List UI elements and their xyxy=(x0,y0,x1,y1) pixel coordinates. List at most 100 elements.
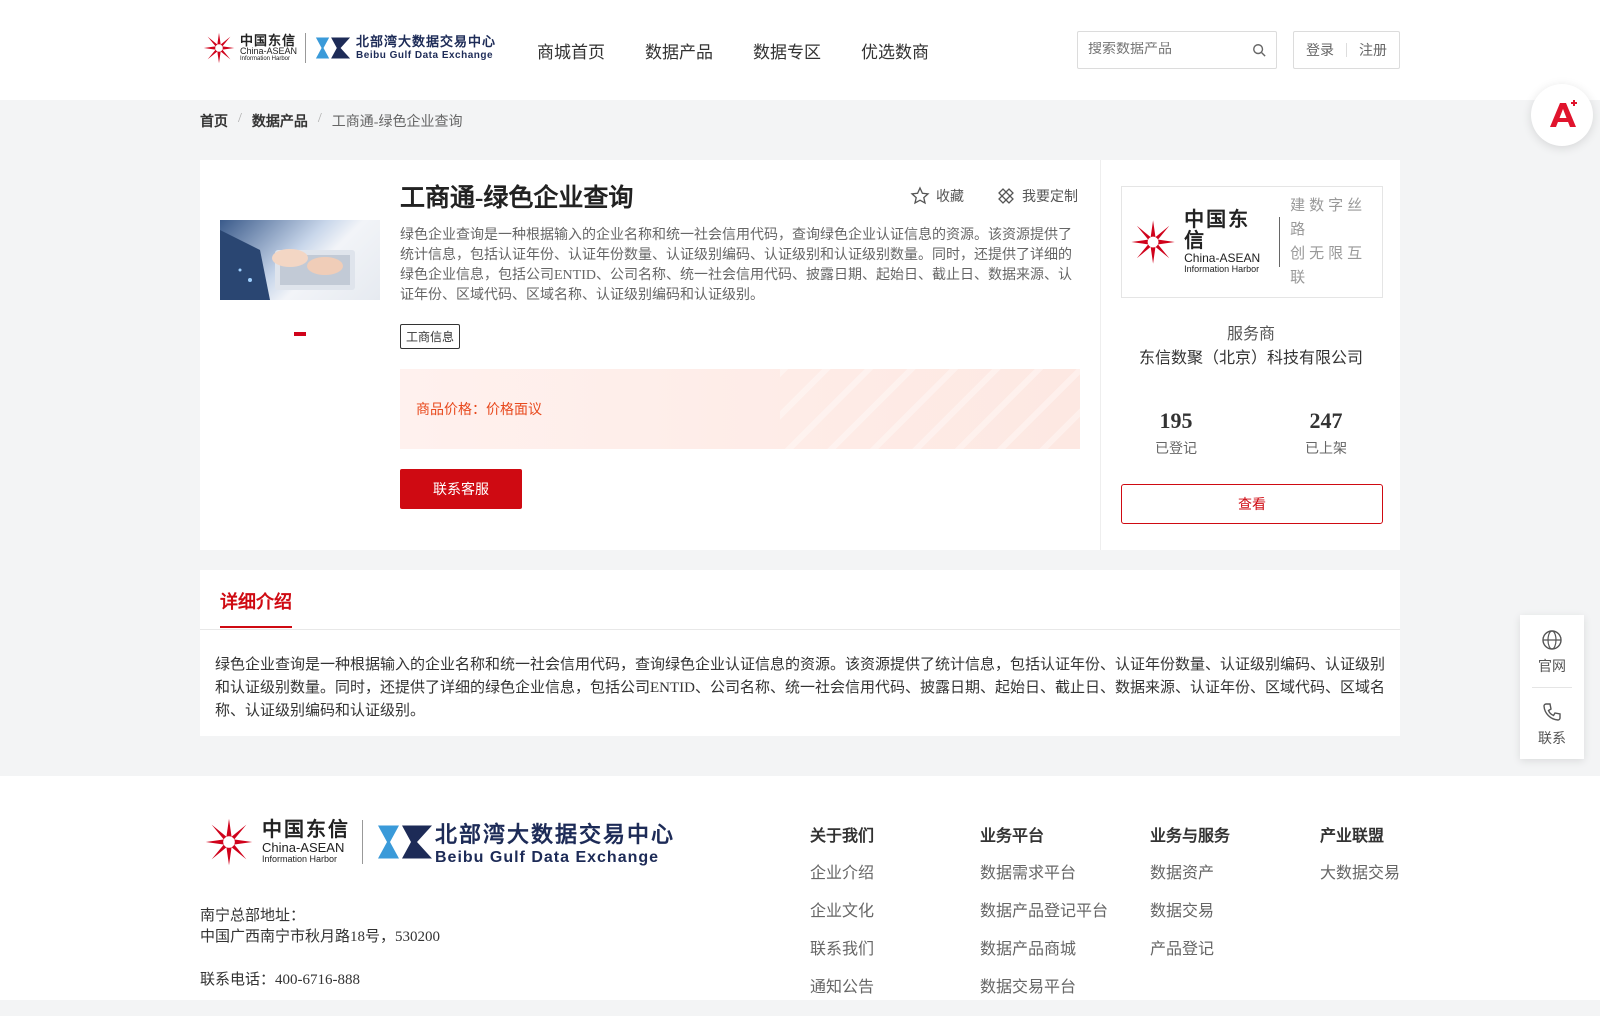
address-value: 中国广西南宁市秋月路18号，530200 xyxy=(200,929,441,945)
search-input[interactable] xyxy=(1088,42,1238,58)
footer-link[interactable]: 企业文化 xyxy=(810,902,874,922)
floating-sidebar: 官网 联系 xyxy=(1520,615,1584,759)
provider-logo-en-sub: Information Harbor xyxy=(1184,263,1260,274)
carousel-indicator[interactable] xyxy=(294,332,306,336)
listed-count: 247 xyxy=(1309,408,1343,433)
footer-col-services: 业务与服务 数据资产 数据交易 产品登记 xyxy=(1150,822,1230,978)
footer-col-title: 业务平台 xyxy=(980,828,1045,845)
sidebar-website-label: 官网 xyxy=(1538,660,1566,675)
view-provider-button[interactable]: 查看 xyxy=(1121,484,1383,524)
nav-home[interactable]: 商城首页 xyxy=(537,38,605,63)
footer-link[interactable]: 大数据交易 xyxy=(1320,864,1400,884)
china-asean-logo-icon xyxy=(203,32,235,64)
address-label: 南宁总部地址： xyxy=(200,908,306,924)
footer-link[interactable]: 数据交易平台 xyxy=(980,978,1108,998)
logo-en-text: China-ASEAN xyxy=(240,46,298,56)
favorite-button[interactable]: 收藏 xyxy=(910,186,964,206)
footer-bb-text: 北部湾大数据交易中心 Beibu Gulf Data Exchange xyxy=(435,817,675,867)
breadcrumb-home[interactable]: 首页 xyxy=(200,111,228,131)
bb-cn-text: 北部湾大数据交易中心 xyxy=(356,34,497,50)
footer-link[interactable]: 通知公告 xyxy=(810,978,874,998)
footer-bb-cn: 北部湾大数据交易中心 xyxy=(435,822,676,847)
customize-button[interactable]: 我要定制 xyxy=(996,186,1078,206)
nav-preferred-vendors[interactable]: 优选数商 xyxy=(861,38,929,63)
product-title: 工商通-绿色企业查询 xyxy=(400,185,634,212)
china-asean-logo-text: 中国东信 China-ASEAN Information Harbor xyxy=(240,34,297,62)
footer-col-title: 关于我们 xyxy=(810,828,875,845)
bb-en-text: Beibu Gulf Data Exchange xyxy=(356,49,494,61)
footer-link[interactable]: 数据交易 xyxy=(1150,902,1230,922)
site-logo[interactable]: 中国东信 China-ASEAN Information Harbor 北部湾大… xyxy=(200,28,496,68)
registered-label: 已登记 xyxy=(1155,442,1197,457)
price-value: 价格面议 xyxy=(486,403,542,418)
star-icon xyxy=(910,186,930,205)
tab-detail[interactable]: 详细介绍 xyxy=(220,588,292,628)
footer-link[interactable]: 数据产品登记平台 xyxy=(980,902,1108,922)
customize-icon xyxy=(998,188,1014,204)
register-link[interactable]: 注册 xyxy=(1359,40,1387,60)
footer-col-about: 关于我们 企业介绍 企业文化 联系我们 通知公告 xyxy=(810,822,874,1016)
footer-link[interactable]: 联系我们 xyxy=(810,940,874,960)
auth-divider xyxy=(1346,43,1347,57)
contact-service-button[interactable]: 联系客服 xyxy=(400,469,522,509)
product-image[interactable] xyxy=(220,220,380,300)
footer-link[interactable]: 数据产品商城 xyxy=(980,940,1108,960)
china-asean-logo-icon xyxy=(1131,220,1175,264)
footer-logo[interactable]: 中国东信 China-ASEAN Information Harbor 北部湾大… xyxy=(200,814,675,870)
provider-slogan-line1: 建数字丝路 xyxy=(1290,198,1367,238)
beibu-gulf-logo-text: 北部湾大数据交易中心 Beibu Gulf Data Exchange xyxy=(356,34,497,61)
product-card: 工商通-绿色企业查询 收藏 我要定制 绿色企业查询是一种根据输入的企业名称和统一… xyxy=(200,160,1100,550)
auth-box: 登录 注册 xyxy=(1293,31,1400,69)
footer-col-alliance: 产业联盟 大数据交易 xyxy=(1320,822,1400,902)
logo-divider xyxy=(305,33,307,63)
breadcrumb-separator: / xyxy=(238,111,242,126)
provider-name: 东信数聚（北京）科技有限公司 xyxy=(1138,350,1363,367)
footer-logo-divider xyxy=(362,820,363,864)
customize-label: 我要定制 xyxy=(1022,190,1078,205)
sidebar-website[interactable]: 官网 xyxy=(1520,629,1584,676)
nav-data-products[interactable]: 数据产品 xyxy=(645,38,713,63)
main-nav: 商城首页 数据产品 数据专区 优选数商 xyxy=(537,38,929,63)
listed-label: 已上架 xyxy=(1305,442,1347,457)
footer-address: 南宁总部地址： 中国广西南宁市秋月路18号，530200 xyxy=(200,906,440,948)
provider-card: 中国东信 China-ASEAN Information Harbor 建数字丝… xyxy=(1100,160,1400,550)
breadcrumb-data-products[interactable]: 数据产品 xyxy=(252,111,308,131)
provider-label: 服务商 xyxy=(1226,326,1275,343)
ai-assistant-button[interactable] xyxy=(1531,84,1593,146)
logo-en-sub-text: Information Harbor xyxy=(240,56,291,62)
sidebar-divider xyxy=(1532,687,1572,688)
provider-logo-cn: 中国东信 xyxy=(1184,208,1251,252)
footer-logo-en-sub: Information Harbor xyxy=(262,853,338,864)
footer-link[interactable]: 产品登记 xyxy=(1150,940,1230,960)
login-link[interactable]: 登录 xyxy=(1306,40,1334,60)
price-box-decoration xyxy=(780,369,1080,449)
footer-link[interactable]: 企业介绍 xyxy=(810,864,874,884)
ai-assistant-icon xyxy=(1550,100,1577,127)
footer-bb-en: Beibu Gulf Data Exchange xyxy=(435,849,660,866)
beibu-gulf-logo-icon xyxy=(315,37,351,59)
footer-link[interactable]: 数据需求平台 xyxy=(980,864,1108,884)
nav-data-zone[interactable]: 数据专区 xyxy=(753,38,821,63)
footer: 中国东信 China-ASEAN Information Harbor 北部湾大… xyxy=(0,776,1600,1000)
provider-logo-divider xyxy=(1279,217,1281,267)
footer-link[interactable]: 数据资产 xyxy=(1150,864,1230,884)
sidebar-contact[interactable]: 联系 xyxy=(1520,701,1584,748)
provider-slogan-line2: 创无限互联 xyxy=(1290,246,1367,286)
registered-count: 195 xyxy=(1159,408,1193,433)
china-asean-logo-icon xyxy=(205,818,253,866)
provider-logo-en: China-ASEAN xyxy=(1184,250,1261,265)
provider-logo[interactable]: 中国东信 China-ASEAN Information Harbor 建数字丝… xyxy=(1121,186,1383,298)
footer-col-title: 业务与服务 xyxy=(1150,828,1231,845)
globe-icon xyxy=(1542,630,1562,650)
breadcrumb-current: 工商通-绿色企业查询 xyxy=(331,115,463,130)
footer-logo-text: 中国东信 China-ASEAN Information Harbor xyxy=(262,818,350,864)
search-icon[interactable] xyxy=(1252,43,1266,57)
category-tag[interactable]: 工商信息 xyxy=(400,324,461,349)
search-box xyxy=(1077,31,1277,69)
registered-stat: 195 已登记 xyxy=(1101,408,1251,458)
header: 中国东信 China-ASEAN Information Harbor 北部湾大… xyxy=(0,0,1600,100)
footer-logo-cn: 中国东信 xyxy=(262,818,350,841)
listed-stat: 247 已上架 xyxy=(1251,408,1401,458)
tab-divider xyxy=(200,629,1400,630)
price-box: 商品价格： 价格面议 xyxy=(400,369,1080,449)
